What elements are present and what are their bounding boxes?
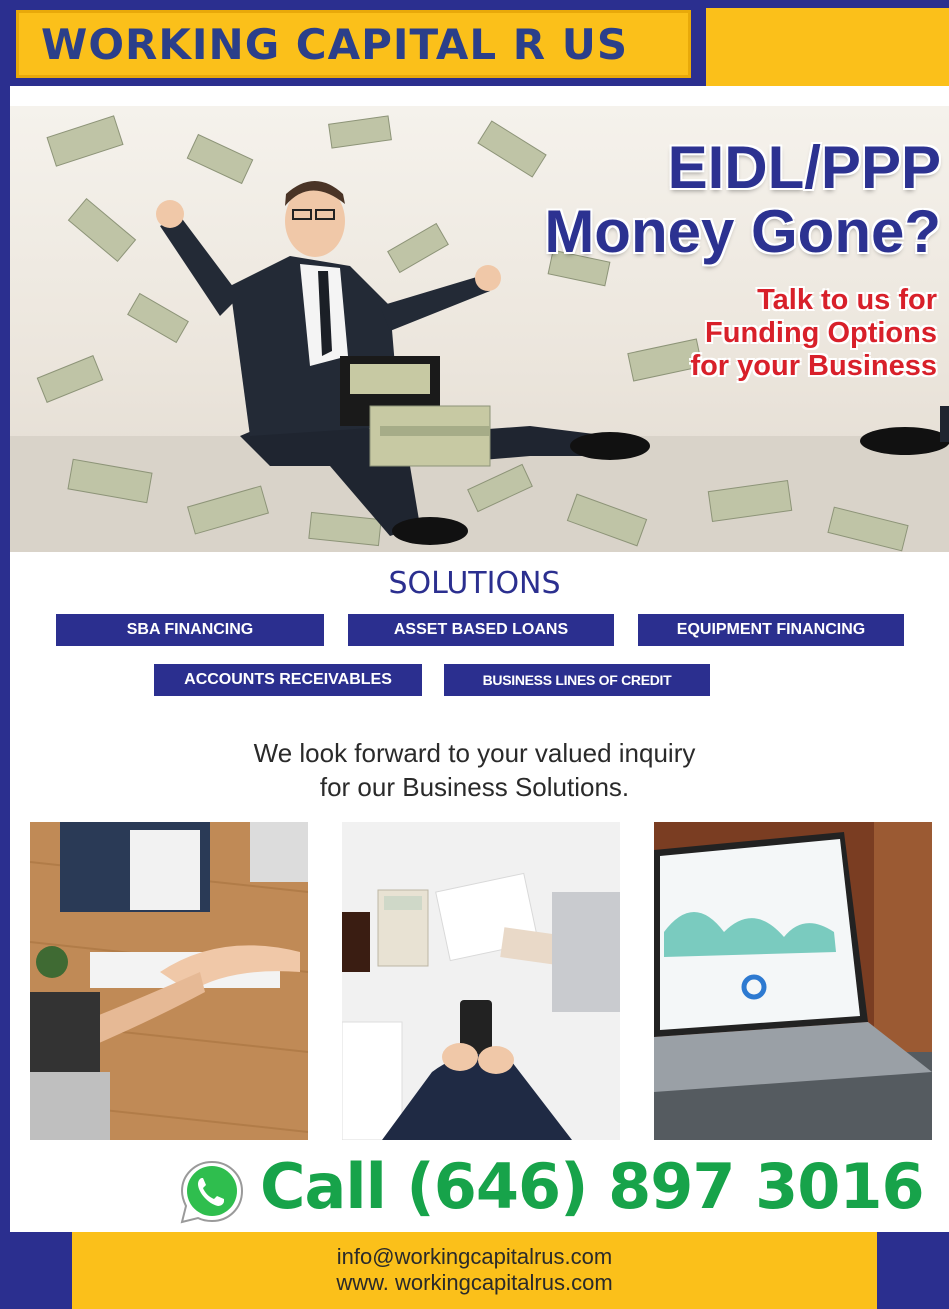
brand-title: WORKING CAPITAL R US [41,19,629,69]
header-divider [10,86,949,98]
sub-line-3: for your Business [690,350,937,382]
flyer: WORKING CAPITAL R US EIDL/PPP Money Gone… [0,0,949,1309]
call-row: Call (646) 897 3016 [0,1148,949,1232]
hero-headline: EIDL/PPP Money Gone? [544,136,941,264]
solution-asset-based-loans: ASSET BASED LOANS [348,614,614,646]
footer-email[interactable]: info@workingcapitalrus.com [0,1244,949,1270]
header-gold-block [706,8,949,86]
inquiry-line-1: We look forward to your valued inquiry [253,738,696,768]
headline-line-2: Money Gone? [544,198,941,265]
solution-sba-financing: SBA FINANCING [56,614,324,646]
footer-contact: info@workingcapitalrus.com www. workingc… [0,1244,949,1296]
footer-website[interactable]: www. workingcapitalrus.com [0,1270,949,1296]
solution-business-lines-of-credit: BUSINESS LINES OF CREDIT [444,664,710,696]
headline-line-1: EIDL/PPP [667,134,941,201]
inquiry-line-2: for our Business Solutions. [319,772,630,802]
whatsapp-icon [180,1160,244,1224]
left-accent-bar [0,0,10,1309]
footer-bar: info@workingcapitalrus.com www. workingc… [0,1232,949,1309]
photo-handshake [30,822,308,1140]
hero-banner: EIDL/PPP Money Gone? Talk to us for Fund… [10,106,949,552]
photo-laptop-dashboard [654,822,932,1140]
solution-accounts-receivables: ACCOUNTS RECEIVABLES [154,664,422,696]
call-phone-number[interactable]: Call (646) 897 3016 [260,1150,925,1223]
inquiry-message: We look forward to your valued inquiry f… [0,736,949,804]
sub-line-1: Talk to us for [757,284,937,316]
solution-equipment-financing: EQUIPMENT FINANCING [638,614,904,646]
photo-calculator-phone [342,822,620,1140]
solutions-title: SOLUTIONS [388,566,561,601]
sub-line-2: Funding Options [705,317,937,349]
hero-subheadline: Talk to us for Funding Options for your … [690,284,937,383]
brand-logo-box: WORKING CAPITAL R US [16,10,691,78]
